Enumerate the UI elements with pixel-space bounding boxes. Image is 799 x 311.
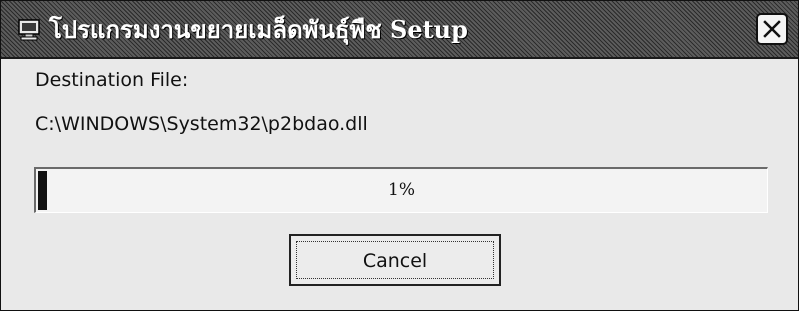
computer-icon: [17, 19, 41, 41]
close-icon: [763, 20, 781, 38]
close-button[interactable]: [756, 13, 788, 45]
setup-dialog: โปรแกรมงานขยายเมล็ดพันธุ์พืช Setup Desti…: [0, 0, 799, 311]
destination-file-path: C:\WINDOWS\System32\p2bdao.dll: [35, 113, 368, 135]
cancel-button[interactable]: Cancel: [289, 234, 501, 286]
title-bar[interactable]: โปรแกรมงานขยายเมล็ดพันธุ์พืช Setup: [1, 1, 798, 59]
cancel-button-label: Cancel: [296, 241, 494, 279]
destination-file-label: Destination File:: [35, 69, 189, 91]
progress-percent: 1%: [388, 180, 415, 200]
window-title: โปรแกรมงานขยายเมล็ดพันธุ์พืช Setup: [49, 15, 468, 44]
progress-bar: 1%: [34, 167, 768, 213]
